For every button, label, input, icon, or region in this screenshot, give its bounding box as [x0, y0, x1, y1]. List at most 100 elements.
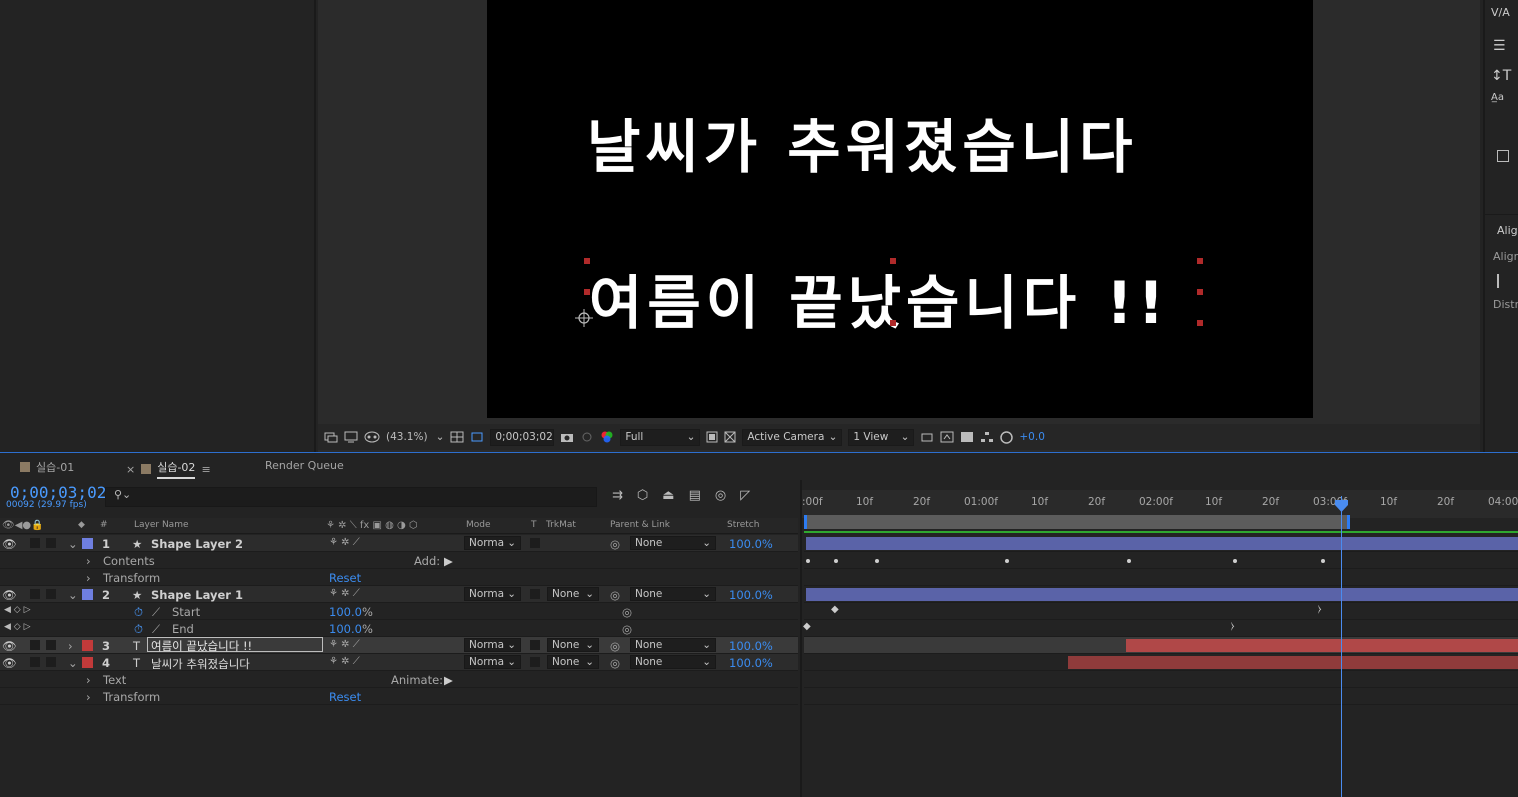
visibility-eye-icon[interactable]: 👁 [2, 537, 17, 551]
parent-dropdown[interactable]: None ⌄ [630, 536, 716, 550]
chevron-down-icon[interactable]: ⌄ [68, 588, 78, 602]
layer-name[interactable]: 날씨가 추워졌습니다 [151, 656, 250, 672]
trim-start-value[interactable]: 100.0 [329, 605, 362, 619]
keyframe[interactable] [875, 559, 879, 563]
preserve-transparency-toggle[interactable] [530, 640, 540, 650]
menu-icon[interactable]: ≡ [201, 463, 210, 476]
color-channels-icon[interactable] [600, 429, 614, 445]
chevron-right-icon[interactable]: › [86, 690, 91, 704]
vertical-scale-icon[interactable]: ↕T [1491, 68, 1511, 84]
layer-name-edit-field[interactable]: 여름이 끝났습니다 !! [147, 637, 323, 653]
comp-mini-flowchart-icon[interactable]: ⇉ [612, 488, 623, 503]
label-icon[interactable]: ◆ [78, 520, 85, 530]
tracking-icon[interactable]: V/A [1491, 6, 1510, 19]
reset-exposure-icon[interactable] [1000, 429, 1014, 445]
keyframe-diamond-icon[interactable]: ◆ [831, 604, 839, 615]
current-time-field[interactable]: 0;00;03;02 [490, 428, 555, 446]
preserve-transparency-toggle[interactable] [530, 657, 540, 667]
parent-dropdown[interactable]: None ⌄ [630, 638, 716, 652]
baseline-shift-icon[interactable]: A̲a [1491, 92, 1504, 103]
pickwhip-icon[interactable]: ◎ [610, 537, 620, 551]
trim-end-value[interactable]: 100.0 [329, 622, 362, 636]
layer-track[interactable] [804, 535, 1518, 552]
close-icon[interactable]: × [126, 463, 135, 476]
align-left-icon[interactable] [1497, 274, 1509, 288]
text-line-2[interactable]: 여름이 끝났습니다 !! [589, 256, 1169, 340]
layer-track[interactable] [804, 586, 1518, 603]
switches-icons[interactable]: ⚘ ✲ ⟍ fx ▣ ◍ ◑ ⬡ [326, 520, 418, 531]
label-color[interactable] [82, 538, 93, 549]
visibility-eye-icon[interactable]: 👁 [2, 656, 17, 670]
layer-duration-bar[interactable] [806, 588, 1518, 601]
keyframe[interactable] [1127, 559, 1131, 563]
add-play-icon[interactable]: ▶ [444, 554, 453, 568]
pickwhip-icon[interactable]: ◎ [622, 605, 632, 619]
tab-render-queue[interactable]: Render Queue [265, 459, 344, 472]
lock-toggle[interactable] [46, 589, 56, 599]
anchor-point-icon[interactable] [575, 309, 593, 327]
keyframe[interactable] [834, 559, 838, 563]
tab-comp-01[interactable]: 실습-01 [20, 459, 74, 475]
bbox-handle[interactable] [890, 258, 896, 264]
stopwatch-icon[interactable]: ⏱ [134, 605, 143, 620]
chevron-right-icon[interactable]: › [68, 639, 73, 653]
mode-dropdown[interactable]: Norma ⌄ [464, 587, 521, 601]
property-row[interactable]: ◀ ◇ ▷ ⏱ ⟋ Start 100.0 % ◎ [0, 603, 798, 620]
layer-row[interactable]: 👁 ⌄ 1 ★ Shape Layer 2 ⚘ ✲ ⟋ Norma ⌄ ◎ Non… [0, 535, 798, 552]
current-time-indicator[interactable] [1341, 496, 1342, 797]
show-snapshot-icon[interactable] [580, 429, 594, 445]
transparency-grid-icon[interactable] [724, 429, 736, 445]
bbox-handle[interactable] [584, 289, 590, 295]
pickwhip-icon[interactable]: ◎ [610, 656, 620, 670]
keyframe[interactable] [1005, 559, 1009, 563]
visibility-eye-icon[interactable]: 👁 [2, 588, 17, 602]
parent-dropdown[interactable]: None ⌄ [630, 587, 716, 601]
mode-dropdown[interactable]: Norma ⌄ [464, 638, 521, 652]
property-row[interactable]: › Transform Reset [0, 569, 798, 586]
graph-icon[interactable]: ⟋ [152, 605, 160, 620]
transform-group[interactable]: Transform [103, 571, 160, 585]
pickwhip-icon[interactable]: ◎ [610, 639, 620, 653]
layer-row[interactable]: 👁 ⌄ 4 T 날씨가 추워졌습니다 ⚘ ✲ ⟋ Norma ⌄ None ⌄ ◎ … [0, 654, 798, 671]
layer-duration-bar[interactable] [806, 537, 1518, 550]
stretch-value[interactable]: 100.0% [729, 639, 773, 653]
stretch-value[interactable]: 100.0% [729, 588, 773, 602]
visibility-eye-icon[interactable]: 👁 [2, 639, 17, 653]
keyframe-nav-icon[interactable]: ◀ ◇ ▷ [4, 605, 31, 615]
keyframe-easy-ease-icon[interactable]: ⧽ [1318, 604, 1322, 615]
always-preview-icon[interactable] [324, 429, 338, 445]
tab-comp-02[interactable]: × 실습-02 ≡ [126, 459, 211, 479]
property-row[interactable]: › Text Animate: ▶ [0, 671, 798, 688]
lock-toggle[interactable] [46, 538, 56, 548]
layer-duration-bar[interactable] [1126, 639, 1518, 652]
motion-blur-icon[interactable]: ◎ [715, 488, 726, 503]
toggle-mask-icon[interactable] [470, 429, 484, 445]
chevron-right-icon[interactable]: › [86, 571, 91, 585]
label-color[interactable] [82, 589, 93, 600]
transform-group[interactable]: Transform [103, 690, 160, 704]
keyframe-easy-ease-icon[interactable]: ⧽ [1231, 621, 1235, 632]
timeline-icon[interactable] [960, 429, 974, 445]
solo-toggle[interactable] [30, 640, 40, 650]
mode-dropdown[interactable]: Norma ⌄ [464, 655, 521, 669]
keyframe-diamond-icon[interactable]: ◆ [803, 621, 811, 632]
snapshot-camera-icon[interactable] [560, 429, 574, 445]
preserve-transparency-toggle[interactable] [530, 589, 540, 599]
preserve-transparency-toggle[interactable] [530, 538, 540, 548]
bbox-handle[interactable] [584, 258, 590, 264]
pickwhip-icon[interactable]: ◎ [622, 622, 632, 636]
stretch-value[interactable]: 100.0% [729, 537, 773, 551]
stopwatch-icon[interactable]: ⏱ [134, 622, 143, 637]
property-row[interactable]: › Transform Reset [0, 688, 798, 705]
solo-toggle[interactable] [30, 657, 40, 667]
exposure-value[interactable]: +0.0 [1019, 431, 1045, 443]
resolution-dropdown[interactable]: Full ⌄ [620, 428, 701, 446]
zoom-dropdown[interactable]: (43.1%) ⌄ [386, 431, 444, 443]
keyframe[interactable] [1321, 559, 1325, 563]
graph-icon[interactable]: ⟋ [152, 622, 160, 637]
solo-toggle[interactable] [30, 538, 40, 548]
layer-switches[interactable]: ⚘ ✲ ⟋ [329, 537, 360, 548]
solo-toggle[interactable] [30, 589, 40, 599]
paragraph-align-icon[interactable]: ☰ [1493, 38, 1506, 54]
label-color[interactable] [82, 640, 93, 651]
